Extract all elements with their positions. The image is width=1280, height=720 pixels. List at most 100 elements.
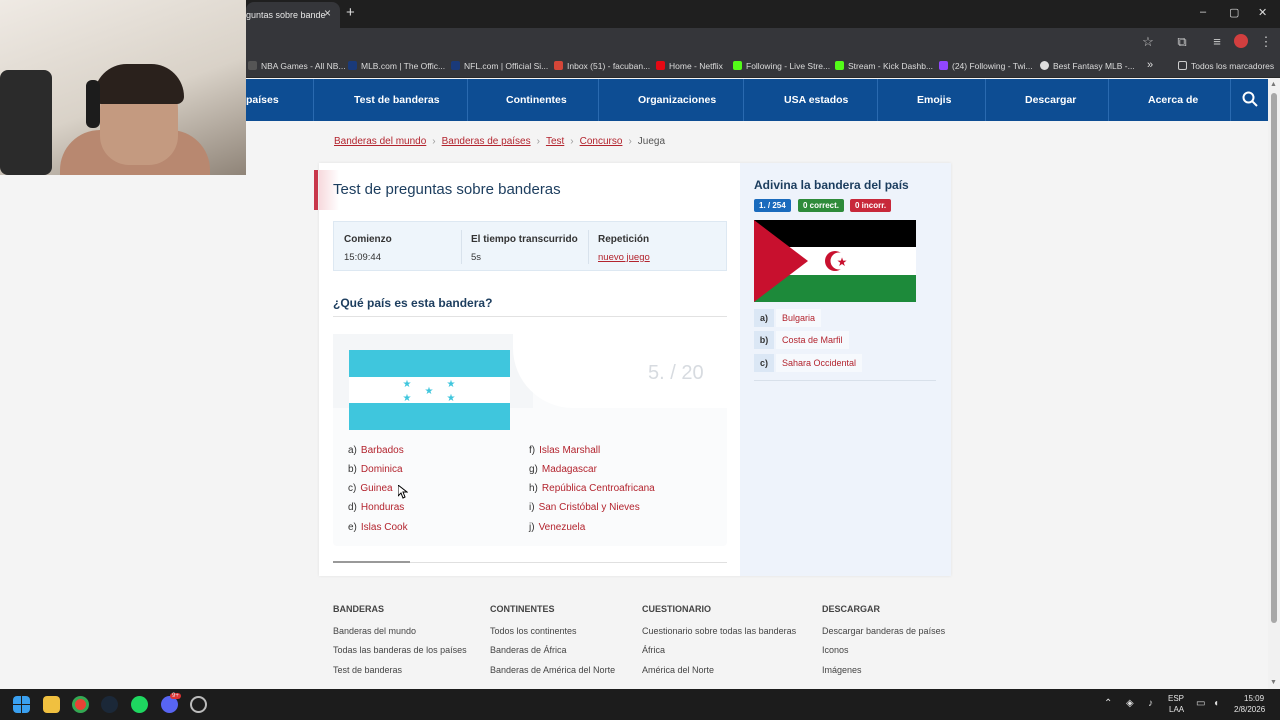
side-answer-option[interactable]: b) Costa de Marfil <box>754 331 849 349</box>
menu-icon[interactable]: ⋮ <box>1258 34 1274 50</box>
answer-option[interactable]: a) Barbados <box>348 445 404 456</box>
maximize-button[interactable]: ▢ <box>1229 6 1239 19</box>
footer-link[interactable]: Cuestionario sobre todas las banderas <box>642 626 796 636</box>
chrome-icon[interactable] <box>72 696 89 713</box>
nav-item-emojis[interactable]: Emojis <box>917 94 951 106</box>
option-name[interactable]: Barbados <box>361 445 404 456</box>
footer-link[interactable]: Test de banderas <box>333 665 402 675</box>
answer-option[interactable]: c) Guinea <box>348 483 393 494</box>
page-scrollbar[interactable]: ▲ ▼ <box>1268 79 1280 689</box>
search-icon[interactable] <box>1242 91 1258 107</box>
option-name[interactable]: Islas Cook <box>361 522 408 533</box>
answer-option[interactable]: b) Dominica <box>348 464 403 475</box>
option-name[interactable]: Islas Marshall <box>539 445 600 456</box>
footer-link[interactable]: África <box>642 645 665 655</box>
steam-icon[interactable] <box>101 696 118 713</box>
option-name[interactable]: Honduras <box>361 502 404 513</box>
language-bottom[interactable]: LAA <box>1169 705 1184 714</box>
option-name[interactable]: Madagascar <box>542 464 597 475</box>
footer-link[interactable]: Imágenes <box>822 665 862 675</box>
bookmark-item[interactable]: Following - Live Stre... <box>733 61 830 71</box>
nav-item-descargar[interactable]: Descargar <box>1025 94 1076 106</box>
answer-option[interactable]: i) San Cristóbal y Nieves <box>529 502 640 513</box>
nav-divider <box>985 79 986 121</box>
new-tab-button[interactable]: + <box>346 4 355 21</box>
app-icon[interactable] <box>190 696 207 713</box>
side-option-name[interactable]: Costa de Marfil <box>776 331 849 349</box>
side-option-letter: b) <box>754 331 774 349</box>
answer-option[interactable]: h) República Centroafricana <box>529 483 655 494</box>
clock-date[interactable]: 2/8/2026 <box>1234 705 1265 714</box>
language-top[interactable]: ESP <box>1168 694 1184 703</box>
bookmark-item[interactable]: NBA Games - All NB... <box>248 61 346 71</box>
side-option-name[interactable]: Bulgaria <box>776 309 822 327</box>
answer-option[interactable]: g) Madagascar <box>529 464 597 475</box>
new-game-link[interactable]: nuevo juego <box>598 252 650 263</box>
scroll-up-icon[interactable]: ▲ <box>1270 81 1277 88</box>
breadcrumb-link[interactable]: Concurso <box>580 136 623 147</box>
media-controls-icon[interactable]: ≡ <box>1209 34 1225 49</box>
close-window-button[interactable]: ✕ <box>1258 6 1267 19</box>
breadcrumb-link[interactable]: Test <box>546 136 564 147</box>
option-name[interactable]: Dominica <box>361 464 403 475</box>
option-name[interactable]: Guinea <box>360 483 392 494</box>
minimize-button[interactable]: – <box>1200 6 1206 18</box>
profile-avatar[interactable] <box>1234 34 1248 48</box>
webcam-overlay <box>0 0 246 175</box>
breadcrumb-link[interactable]: Banderas del mundo <box>334 136 426 147</box>
nav-item-continentes[interactable]: Continentes <box>506 94 567 106</box>
tray-app-icon[interactable]: ◈ <box>1126 698 1134 709</box>
spotify-icon[interactable] <box>131 696 148 713</box>
tray-overflow-icon[interactable]: ⌃ <box>1104 698 1112 709</box>
extensions-icon[interactable]: ⧉ <box>1174 34 1190 50</box>
bookmark-item[interactable]: NFL.com | Official Si... <box>451 61 548 71</box>
nav-item-usa-estados[interactable]: USA estados <box>784 94 848 106</box>
bookmark-item[interactable]: (24) Following - Twi... <box>939 61 1033 71</box>
bookmark-item[interactable]: Home - Netflix <box>656 61 723 71</box>
footer-link[interactable]: América del Norte <box>642 665 714 675</box>
scrollbar-thumb[interactable] <box>1271 93 1277 623</box>
close-tab-icon[interactable]: × <box>324 6 331 20</box>
microphone-icon[interactable]: ♪ <box>1148 698 1153 709</box>
option-name[interactable]: República Centroafricana <box>542 483 655 494</box>
side-option-name[interactable]: Sahara Occidental <box>776 354 863 372</box>
answer-option[interactable]: j) Venezuela <box>529 522 585 533</box>
footer-link[interactable]: Banderas de África <box>490 645 567 655</box>
side-divider <box>754 380 936 381</box>
bookmark-item[interactable]: MLB.com | The Offic... <box>348 61 445 71</box>
option-name[interactable]: San Cristóbal y Nieves <box>539 502 640 513</box>
file-explorer-icon[interactable] <box>43 696 60 713</box>
answer-option[interactable]: e) Islas Cook <box>348 522 408 533</box>
nav-item-organizaciones[interactable]: Organizaciones <box>638 94 716 106</box>
nav-item-test[interactable]: Test de banderas <box>354 94 440 106</box>
all-bookmarks-label: Todos los marcadores <box>1191 61 1275 71</box>
clock-time[interactable]: 15:09 <box>1244 694 1264 703</box>
bookmark-item[interactable]: Stream - Kick Dashb... <box>835 61 933 71</box>
footer-link[interactable]: Todos los continentes <box>490 626 577 636</box>
all-bookmarks-folder[interactable]: Todos los marcadores <box>1178 61 1274 71</box>
more-bookmarks-button[interactable]: » <box>1147 59 1153 71</box>
nav-item-acerca[interactable]: Acerca de <box>1148 94 1198 106</box>
scroll-down-icon[interactable]: ▼ <box>1270 679 1277 686</box>
side-answer-option[interactable]: c) Sahara Occidental <box>754 354 863 372</box>
bookmark-label: Home - Netflix <box>669 61 723 71</box>
footer-link[interactable]: Banderas de América del Norte <box>490 665 615 675</box>
volume-icon[interactable]: ◖ <box>1213 698 1219 709</box>
answer-option[interactable]: f) Islas Marshall <box>529 445 600 456</box>
footer-heading: BANDERAS <box>333 604 385 614</box>
bookmark-item[interactable]: Inbox (51) - facuban... <box>554 61 650 71</box>
footer-link[interactable]: Descargar banderas de países <box>822 626 945 636</box>
breadcrumb-link[interactable]: Banderas de países <box>442 136 531 147</box>
network-icon[interactable]: ▭ <box>1196 698 1205 709</box>
footer-link[interactable]: Iconos <box>822 645 849 655</box>
windows-start-icon[interactable] <box>13 696 30 713</box>
bookmark-star-icon[interactable]: ☆ <box>1140 34 1156 50</box>
footer-heading: CONTINENTES <box>490 604 555 614</box>
option-name[interactable]: Venezuela <box>539 522 586 533</box>
bookmark-item[interactable]: Best Fantasy MLB -... <box>1040 61 1135 71</box>
nav-item-paises[interactable]: países <box>246 94 279 106</box>
footer-link[interactable]: Todas las banderas de los países <box>333 645 467 655</box>
side-answer-option[interactable]: a) Bulgaria <box>754 309 844 327</box>
footer-link[interactable]: Banderas del mundo <box>333 626 416 636</box>
answer-option[interactable]: d) Honduras <box>348 502 404 513</box>
